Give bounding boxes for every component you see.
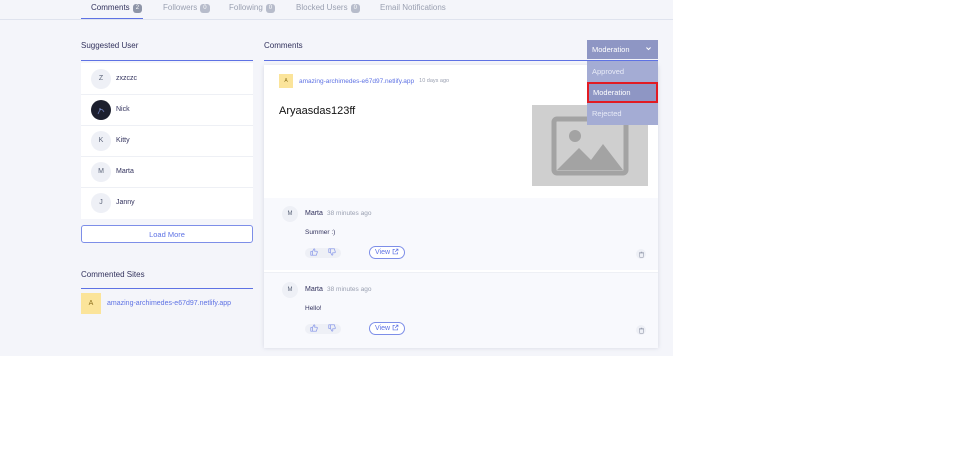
comment-author[interactable]: Marta [305,210,323,217]
external-link-icon [392,248,399,257]
tab-label: Blocked Users [296,3,348,12]
avatar: M [282,206,298,222]
user-item-nick[interactable]: Nick [81,94,253,126]
suggested-user-list: Z zxzczc Nick K Kitty M Marta J Janny [81,63,253,219]
tab-blocked-users[interactable]: Blocked Users 0 [296,0,360,19]
post-time: 10 days ago [419,78,450,84]
comment-time: 38 minutes ago [327,286,372,293]
view-label: View [374,249,391,256]
user-item-kitty[interactable]: K Kitty [81,125,253,157]
suggested-user-title: Suggested User [81,41,139,50]
status-dropdown[interactable]: Moderation [587,40,658,59]
status-dropdown-menu: Approved Moderation Rejected [587,61,658,125]
app: Comments 2 Followers 0 Following 0 Block… [0,0,673,356]
tab-following[interactable]: Following 0 [229,0,276,19]
commented-site-item[interactable]: A amazing-archimedes-e67d97.netlify.app [81,293,231,314]
site-favicon: A [279,74,293,88]
trash-icon[interactable] [636,325,646,335]
post-site-link[interactable]: amazing-archimedes-e67d97.netlify.app [299,78,414,85]
trash-icon[interactable] [636,249,646,259]
user-item-zxzczc[interactable]: Z zxzczc [81,63,253,95]
tab-followers[interactable]: Followers 0 [163,0,210,19]
vote-group [305,248,341,258]
load-more-button[interactable]: Load More [81,225,253,243]
avatar: J [91,192,111,213]
view-label: View [374,325,391,332]
tab-label: Email Notifications [380,3,446,12]
thumbs-down-icon[interactable] [328,324,336,334]
tab-label: Following [229,3,263,12]
vote-group [305,324,341,334]
commented-sites-divider [81,288,253,289]
post-header: A amazing-archimedes-e67d97.netlify.app … [279,74,449,88]
site-link[interactable]: amazing-archimedes-e67d97.netlify.app [107,300,231,307]
thumbs-up-icon[interactable] [310,324,318,334]
tab-count: 0 [350,4,360,13]
site-avatar: A [81,293,101,314]
external-link-icon [392,324,399,333]
tab-count: 0 [200,4,210,13]
avatar: K [91,130,111,151]
user-name: Nick [116,106,130,113]
tab-count: 0 [265,4,276,13]
tab-bar: Comments 2 Followers 0 Following 0 Block… [0,0,673,20]
status-dropdown-value: Moderation [592,45,630,54]
user-item-marta[interactable]: M Marta [81,156,253,188]
comment-text: Summer :) [305,229,336,236]
comment-text: Hello! [305,305,322,312]
comment-item: M Marta 38 minutes ago Hello! View [264,272,658,348]
post-title: Aryaasdas123ff [279,105,356,117]
dropdown-option-moderation[interactable]: Moderation [587,82,658,103]
thumbs-down-icon[interactable] [328,248,336,258]
comment-author[interactable]: Marta [305,286,323,293]
avatar: Z [91,68,111,89]
avatar-photo [91,99,111,120]
comment-item: M Marta 38 minutes ago Summer :) View [264,198,658,270]
user-item-janny[interactable]: J Janny [81,187,253,218]
suggested-user-divider [81,60,253,61]
dropdown-option-approved[interactable]: Approved [587,61,658,82]
dropdown-option-rejected[interactable]: Rejected [587,103,658,124]
view-button[interactable]: View [369,246,405,259]
user-name: zxzczc [116,75,137,82]
user-name: Kitty [116,137,130,144]
tab-comments[interactable]: Comments 2 [81,0,143,19]
comments-title: Comments [264,41,303,50]
commented-sites-title: Commented Sites [81,270,145,279]
comment-time: 38 minutes ago [327,210,372,217]
avatar: M [282,282,298,298]
chevron-down-icon [645,45,652,54]
user-name: Marta [116,168,134,175]
view-button[interactable]: View [369,322,405,335]
thumbs-up-icon[interactable] [310,248,318,258]
avatar: M [91,161,111,182]
tab-label: Comments [91,3,130,12]
tab-email-notifications[interactable]: Email Notifications [380,0,446,19]
tab-count: 2 [132,4,143,13]
tab-label: Followers [163,3,198,12]
user-name: Janny [116,199,135,206]
